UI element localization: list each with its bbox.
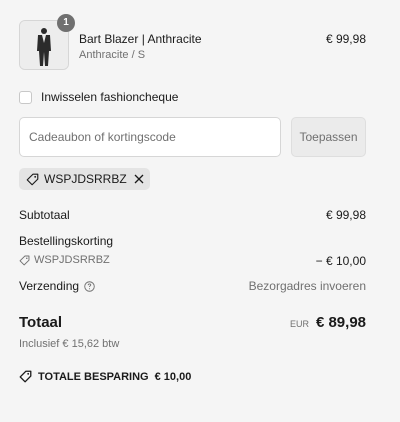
shipping-label-group: Verzending	[19, 279, 95, 293]
total-value: € 89,98	[315, 314, 366, 331]
order-discount-value: − € 10,00	[315, 254, 366, 268]
savings-label: TOTALE BESPARING	[38, 370, 149, 383]
shipping-value: Bezorgadres invoeren	[248, 279, 366, 293]
tax-note: Inclusief € 15,62 btw	[19, 338, 120, 350]
subtotal-value: € 99,98	[325, 208, 366, 222]
savings-value: € 10,00	[154, 370, 192, 383]
total-row: Totaal EUR € 89,98	[19, 314, 366, 334]
order-discount-row: Bestellingskorting	[19, 234, 366, 250]
total-savings: TOTALE BESPARING € 10,00	[19, 370, 191, 383]
quantity-badge: 1	[57, 14, 75, 32]
order-discount-label: Bestellingskorting	[19, 234, 114, 248]
total-label: Totaal	[19, 314, 63, 331]
fashioncheque-label: Inwisselen fashioncheque	[41, 90, 179, 104]
product-price: € 99,98	[325, 32, 366, 46]
close-icon[interactable]	[134, 174, 144, 184]
product-name: Bart Blazer | Anthracite	[79, 32, 202, 46]
fashioncheque-option[interactable]: Inwisselen fashioncheque	[19, 90, 178, 104]
total-amount: EUR € 89,98	[290, 314, 366, 331]
discount-code-input[interactable]	[19, 117, 281, 157]
order-discount-detail-row: WSPJDSRRBZ − € 10,00	[19, 254, 366, 270]
subtotal-label: Subtotaal	[19, 208, 70, 222]
apply-discount-button[interactable]: Toepassen	[291, 117, 366, 157]
help-circle-icon[interactable]	[84, 280, 95, 292]
order-discount-code: WSPJDSRRBZ	[19, 254, 110, 266]
product-variant: Anthracite / S	[79, 49, 146, 61]
total-currency: EUR	[289, 319, 309, 329]
fashioncheque-checkbox[interactable]	[19, 90, 32, 104]
subtotal-row: Subtotaal € 99,98	[19, 208, 366, 224]
applied-code-text: WSPJDSRRBZ	[44, 172, 127, 186]
shipping-label: Verzending	[19, 279, 80, 293]
discount-form: Toepassen	[19, 117, 366, 157]
tag-icon	[26, 173, 39, 186]
order-discount-code-text: WSPJDSRRBZ	[34, 254, 110, 266]
cart-line-item: 1 Bart Blazer | Anthracite Anthracite / …	[19, 14, 366, 72]
shipping-row: Verzending Bezorgadres invoeren	[19, 279, 366, 295]
tag-icon	[19, 255, 30, 266]
applied-discount-chip: WSPJDSRRBZ	[19, 168, 150, 190]
tag-icon	[19, 370, 32, 383]
